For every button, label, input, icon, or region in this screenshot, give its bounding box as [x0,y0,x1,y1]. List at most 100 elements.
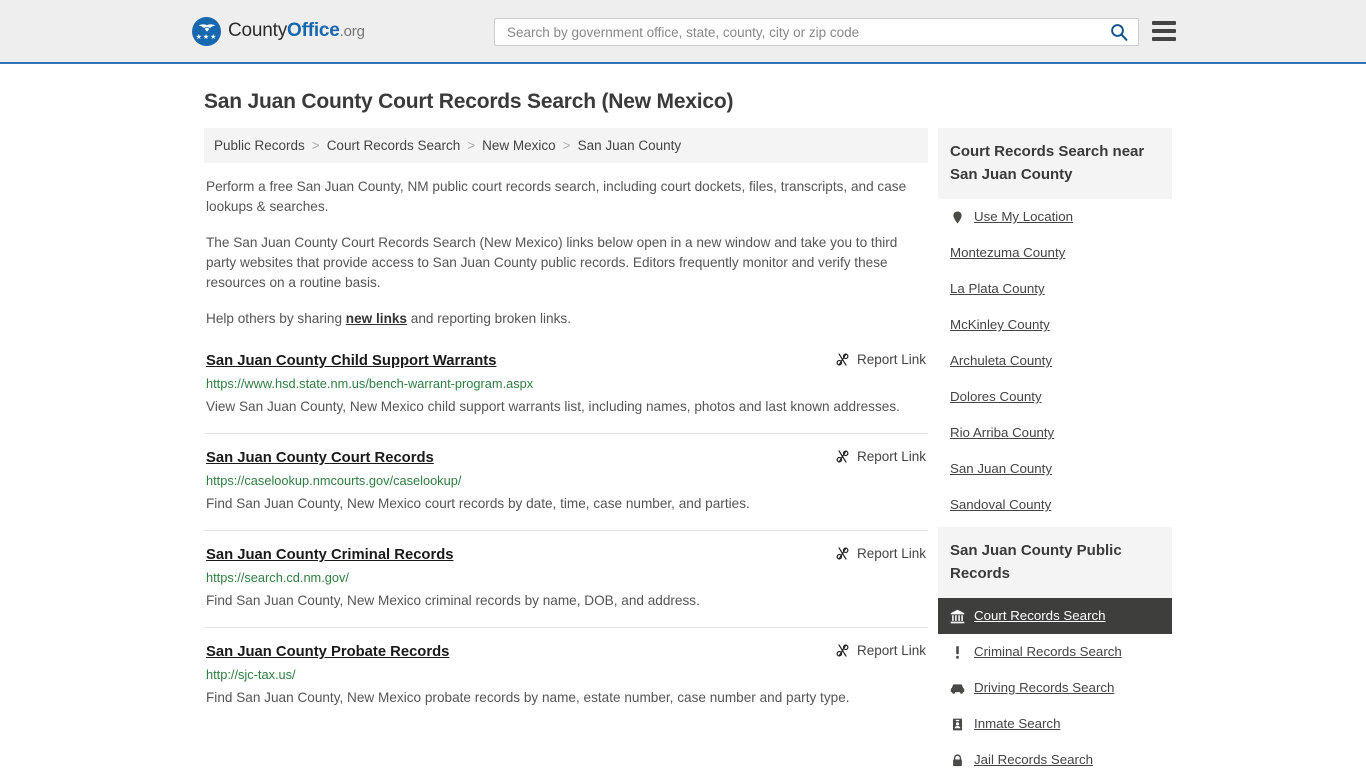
brand-part-org: .org [339,23,365,40]
share-text-before: Help others by sharing [206,311,346,326]
breadcrumb-item-3[interactable]: New Mexico [482,138,556,153]
new-links-link[interactable]: new links [346,311,407,326]
page-title: San Juan County Court Records Search (Ne… [204,90,734,113]
result-url: https://caselookup.nmcourts.gov/caselook… [206,473,462,488]
share-text-after: and reporting broken links. [407,311,571,326]
list-item: Court Records Search [938,598,1172,634]
result-title-link[interactable]: San Juan County Court Records [206,448,434,468]
report-link-button[interactable]: Report Link [835,352,926,367]
map-pin-icon [950,210,965,225]
result-header: San Juan County Probate Records Report L… [206,642,926,662]
list-item-label: Inmate Search [974,716,1061,731]
result-header: San Juan County Court Records Report Lin… [206,448,926,468]
site-header: ★★★ CountyOffice.org [0,0,1366,64]
sidebar-nearby-archuleta-county[interactable]: Archuleta County [938,343,1172,379]
list-item-label: San Juan County [950,461,1053,476]
list-item: Driving Records Search [938,670,1172,706]
list-item-label: McKinley County [950,317,1050,332]
seal-stars: ★★★ [195,33,218,41]
list-item-label: Court Records Search [974,608,1106,623]
sidebar-nearby-mckinley-county[interactable]: McKinley County [938,307,1172,343]
sidebar-nearby-montezuma-county[interactable]: Montezuma County [938,235,1172,271]
list-item: Montezuma County [938,235,1172,271]
breadcrumb: Public Records > Court Records Search > New … [204,128,928,163]
list-item-label: Rio Arriba County [950,425,1055,440]
report-link-label: Report Link [856,449,926,464]
result-item: San Juan County Criminal Records Report … [204,545,928,628]
sidebar-nearby-san-juan-county[interactable]: San Juan County [938,451,1172,487]
search-icon [1111,24,1128,41]
list-item: San Juan County [938,451,1172,487]
result-description: View San Juan County, New Mexico child s… [206,399,900,414]
sidebar-nearby-dolores-county[interactable]: Dolores County [938,379,1172,415]
sidebar-record-criminal-records-search[interactable]: Criminal Records Search [938,634,1172,670]
menu-button[interactable] [1152,21,1176,41]
result-url: https://www.hsd.state.nm.us/bench-warran… [206,376,534,391]
car-icon [950,681,965,696]
result-url: https://search.cd.nm.gov/ [206,570,349,585]
courthouse-icon [950,609,965,624]
report-link-label: Report Link [856,546,926,561]
list-item-label: Archuleta County [950,353,1052,368]
list-item: Jail Records Search [938,742,1172,768]
result-item: San Juan County Child Support Warrants R… [204,351,928,434]
report-link-label: Report Link [856,352,926,367]
eagle-icon [198,23,215,32]
sidebar: Court Records Search near San Juan Count… [938,128,1172,768]
sidebar-nearby-use-my-location[interactable]: Use My Location [938,199,1172,235]
result-title-link[interactable]: San Juan County Child Support Warrants [206,351,496,371]
list-item-label: Sandoval County [950,497,1052,512]
breadcrumb-item-1[interactable]: Public Records [214,138,305,153]
result-title-link[interactable]: San Juan County Criminal Records [206,545,454,565]
intro-paragraph-1: Perform a free San Juan County, NM publi… [206,179,907,214]
list-item: Inmate Search [938,706,1172,742]
result-item: San Juan County Court Records Report Lin… [204,448,928,531]
hamburger-bar [1152,29,1176,33]
brand-part-office: Office [287,20,340,41]
public-records-box: San Juan County Public Records Court Rec… [938,527,1172,768]
list-item: Rio Arriba County [938,415,1172,451]
search-input[interactable] [505,19,1108,45]
result-title-link[interactable]: San Juan County Probate Records [206,642,449,662]
sidebar-record-court-records-search[interactable]: Court Records Search [938,598,1172,634]
nearby-searches-heading: Court Records Search near San Juan Count… [938,128,1172,199]
search-button[interactable] [1108,23,1130,41]
id-badge-icon [950,717,965,732]
brand-wordmark: CountyOffice.org [228,20,365,42]
site-logo[interactable]: ★★★ CountyOffice.org [192,16,365,46]
main-content: Public Records > Court Records Search > New … [204,128,928,768]
public-records-heading: San Juan County Public Records [938,527,1172,598]
sidebar-nearby-sandoval-county[interactable]: Sandoval County [938,487,1172,523]
report-link-button[interactable]: Report Link [835,449,926,464]
list-item: McKinley County [938,307,1172,343]
sidebar-record-jail-records-search[interactable]: Jail Records Search [938,742,1172,768]
result-header: San Juan County Criminal Records Report … [206,545,926,565]
hamburger-bar [1152,37,1176,41]
list-item: Use My Location [938,199,1172,235]
search-bar[interactable] [494,18,1139,46]
report-link-label: Report Link [856,643,926,658]
results-list: San Juan County Child Support Warrants R… [204,351,928,724]
list-item-label: Driving Records Search [974,680,1115,695]
breadcrumb-item-2[interactable]: Court Records Search [327,138,461,153]
broken-link-icon [836,353,849,366]
sidebar-record-driving-records-search[interactable]: Driving Records Search [938,670,1172,706]
sidebar-nearby-rio-arriba-county[interactable]: Rio Arriba County [938,415,1172,451]
lock-icon [950,753,965,768]
sidebar-record-inmate-search[interactable]: Inmate Search [938,706,1172,742]
broken-link-icon [836,644,849,657]
list-item-label: Montezuma County [950,245,1066,260]
nearby-searches-box: Court Records Search near San Juan Count… [938,128,1172,523]
hamburger-bar [1152,21,1176,25]
report-link-button[interactable]: Report Link [835,643,926,658]
list-item-label: Dolores County [950,389,1042,404]
list-item: La Plata County [938,271,1172,307]
list-item: Archuleta County [938,343,1172,379]
sidebar-nearby-la-plata-county[interactable]: La Plata County [938,271,1172,307]
report-link-button[interactable]: Report Link [835,546,926,561]
breadcrumb-item-4[interactable]: San Juan County [578,138,682,153]
result-description: Find San Juan County, New Mexico crimina… [206,593,700,608]
breadcrumb-separator: > [562,138,571,153]
result-url: http://sjc-tax.us/ [206,667,296,682]
public-records-list: Court Records Search Criminal Records Sea… [938,598,1172,768]
